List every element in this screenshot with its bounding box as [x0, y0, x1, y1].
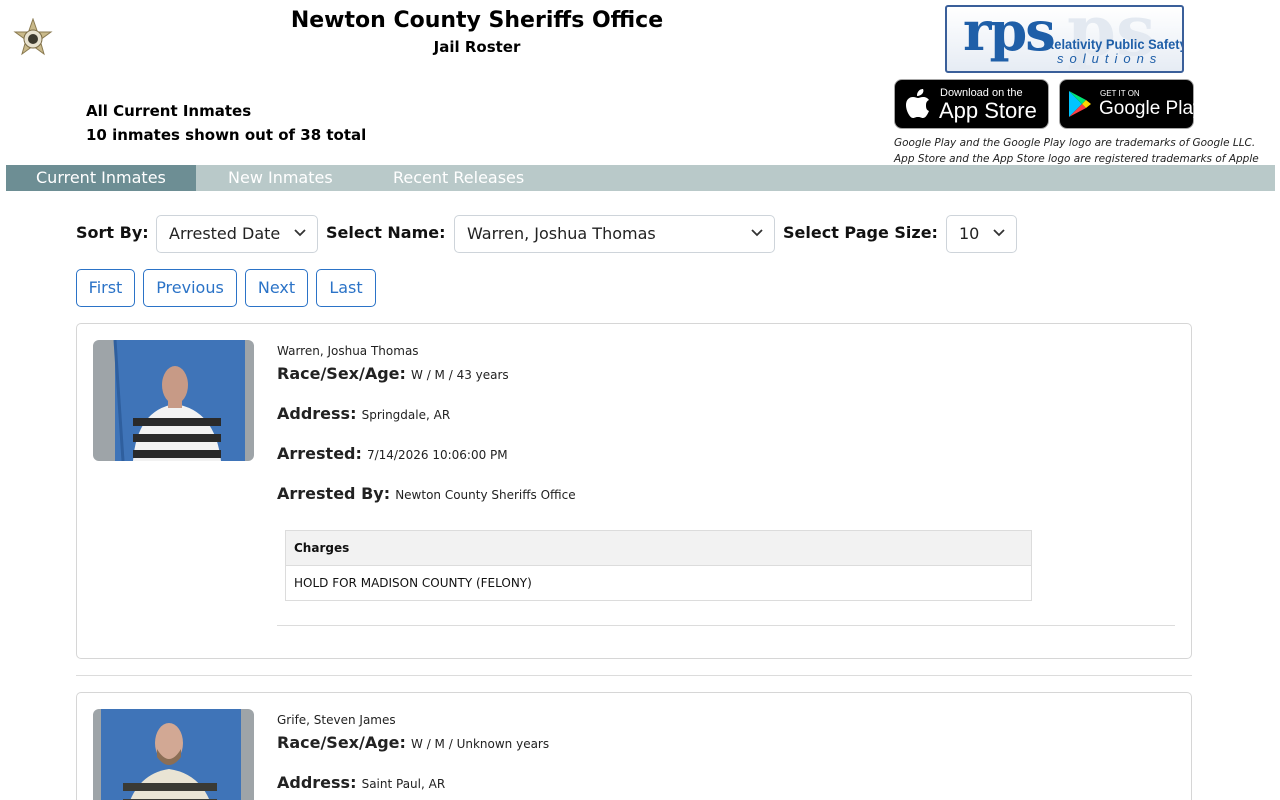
- rps-logo-line1: Relativity Public Safety: [1045, 36, 1184, 52]
- chevron-down-icon: [294, 229, 306, 237]
- race-sex-age-field: Race/Sex/Age: W / M / 43 years: [277, 364, 509, 383]
- last-page-button[interactable]: Last: [316, 269, 376, 307]
- rps-logo-line2: solutions: [1057, 51, 1163, 66]
- inmate-name: Warren, Joshua Thomas: [277, 344, 419, 358]
- race-sex-age-label: Race/Sex/Age:: [277, 364, 406, 383]
- select-name-select[interactable]: Warren, Joshua Thomas: [454, 215, 775, 253]
- race-sex-age-value: W / M / 43 years: [411, 368, 509, 382]
- race-sex-age-field: Race/Sex/Age: W / M / Unknown years: [277, 733, 549, 752]
- sort-by-label: Sort By:: [76, 223, 149, 242]
- race-sex-age-label: Race/Sex/Age:: [277, 733, 406, 752]
- arrested-field: Arrested: 7/14/2026 10:06:00 PM: [277, 444, 508, 463]
- page-title: Newton County Sheriffs Office: [290, 8, 664, 33]
- charges-header: Charges: [285, 530, 1032, 566]
- address-field: Address: Saint Paul, AR: [277, 773, 445, 792]
- trademark-notice: Google Play and the Google Play logo are…: [894, 135, 1259, 167]
- inmate-photo[interactable]: [93, 340, 254, 461]
- page-size-value: 10: [959, 224, 980, 243]
- header-title-block: Newton County Sheriffs Office Jail Roste…: [0, 8, 954, 56]
- first-page-button[interactable]: First: [76, 269, 135, 307]
- arrested-by-label: Arrested By:: [277, 484, 391, 503]
- sort-by-select[interactable]: Arrested Date: [156, 215, 318, 253]
- chevron-down-icon: [751, 229, 763, 237]
- chevron-down-icon: [993, 229, 1005, 237]
- tab-recent-releases[interactable]: Recent Releases: [363, 165, 554, 191]
- sort-by-value: Arrested Date: [169, 224, 281, 243]
- next-page-button[interactable]: Next: [245, 269, 308, 307]
- arrested-label: Arrested:: [277, 444, 362, 463]
- page-size-label: Select Page Size:: [783, 223, 938, 242]
- google-play-icon: [1069, 91, 1091, 117]
- summary-heading: All Current Inmates: [86, 102, 252, 120]
- apple-icon: [906, 89, 929, 118]
- summary-count: 10 inmates shown out of 38 total: [86, 126, 367, 144]
- rps-logo-text: rps: [963, 5, 1056, 63]
- address-field: Address: Springdale, AR: [277, 404, 450, 423]
- arrested-by-field: Arrested By: Newton County Sheriffs Offi…: [277, 484, 576, 503]
- select-name-label: Select Name:: [326, 223, 446, 242]
- address-value: Saint Paul, AR: [361, 777, 446, 791]
- select-name-value: Warren, Joshua Thomas: [467, 224, 656, 243]
- race-sex-age-value: W / M / Unknown years: [411, 737, 550, 751]
- arrested-value: 7/14/2026 10:06:00 PM: [366, 448, 508, 462]
- google-play-small-text: GET IT ON: [1100, 89, 1140, 98]
- app-store-big-text: App Store: [939, 98, 1037, 123]
- card-separator: [76, 675, 1192, 676]
- google-play-big-text: Google Play: [1099, 98, 1203, 119]
- google-play-button[interactable]: GET IT ON Google Play: [1059, 79, 1203, 129]
- inmate-name: Grife, Steven James: [277, 713, 396, 727]
- previous-page-button[interactable]: Previous: [143, 269, 237, 307]
- address-value: Springdale, AR: [361, 408, 451, 422]
- tab-new-inmates[interactable]: New Inmates: [198, 165, 363, 191]
- inmate-card: Grife, Steven James Race/Sex/Age: W / M …: [76, 692, 1192, 800]
- app-store-button[interactable]: Download on the App Store: [894, 79, 1049, 129]
- roster-nav: Current Inmates New Inmates Recent Relea…: [6, 165, 1275, 191]
- address-label: Address:: [277, 773, 357, 792]
- page-size-select[interactable]: 10: [946, 215, 1017, 253]
- address-label: Address:: [277, 404, 357, 423]
- page-subtitle: Jail Roster: [433, 38, 521, 56]
- tab-current-inmates[interactable]: Current Inmates: [6, 165, 196, 191]
- arrested-by-value: Newton County Sheriffs Office: [395, 488, 576, 502]
- charges-table: Charges HOLD FOR MADISON COUNTY (FELONY): [285, 530, 1032, 601]
- rps-logo[interactable]: ps rps Relativity Public Safety solution…: [945, 5, 1184, 73]
- inmate-photo[interactable]: [93, 709, 254, 800]
- charge-row: HOLD FOR MADISON COUNTY (FELONY): [294, 576, 532, 590]
- inmate-card: Warren, Joshua Thomas Race/Sex/Age: W / …: [76, 323, 1192, 659]
- card-divider: [277, 625, 1175, 626]
- roster-summary: All Current Inmates 10 inmates shown out…: [86, 99, 366, 147]
- trademark-google: Google Play and the Google Play logo are…: [894, 137, 1256, 149]
